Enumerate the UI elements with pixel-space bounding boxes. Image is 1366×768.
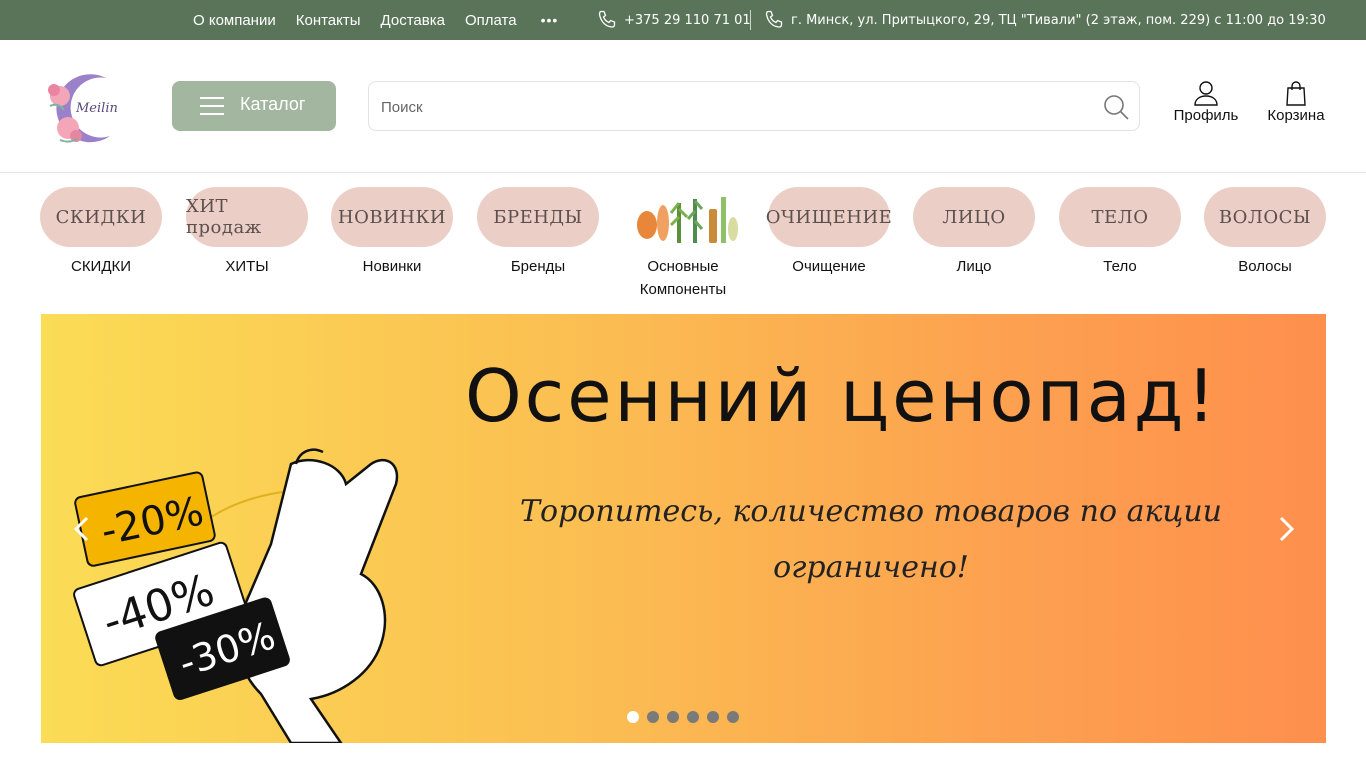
cart-label: Корзина: [1267, 107, 1325, 124]
phone-icon: [765, 10, 783, 28]
ingredients-image: [622, 187, 744, 247]
category-pill: ОЧИЩЕНИЕ: [766, 187, 892, 247]
category-caption: Бренды: [510, 258, 566, 275]
logo-icon: Meilin: [48, 74, 118, 143]
logo[interactable]: Meilin: [40, 66, 130, 150]
nav-link-delivery[interactable]: Доставка: [381, 12, 445, 29]
slider-dot[interactable]: [687, 711, 699, 723]
category-brands[interactable]: БРЕНДЫ Бренды: [477, 187, 599, 278]
user-icon: [1194, 81, 1218, 106]
shopping-bag-icon: [1286, 81, 1306, 106]
category-caption: Тело: [1103, 258, 1137, 275]
phone-contact[interactable]: +375 29 110 71 01: [596, 0, 751, 40]
category-face[interactable]: ЛИЦО Лицо: [913, 187, 1035, 278]
category-pill: НОВИНКИ: [331, 187, 453, 247]
slider-dot[interactable]: [627, 711, 639, 723]
category-caption: Волосы: [1238, 258, 1292, 275]
category-body[interactable]: ТЕЛО Тело: [1059, 187, 1181, 278]
category-caption: СКИДКИ: [70, 258, 132, 275]
chevron-left-icon[interactable]: [67, 514, 97, 544]
slider-dot[interactable]: [667, 711, 679, 723]
search-input[interactable]: [379, 94, 1083, 120]
category-pill: БРЕНДЫ: [477, 187, 599, 247]
cart-button[interactable]: Корзина: [1264, 80, 1328, 124]
category-pill: ТЕЛО: [1059, 187, 1181, 247]
banner-title: Осенний ценопад!: [465, 354, 1219, 438]
slider-dots: [627, 711, 747, 723]
category-discounts[interactable]: СКИДКИ СКИДКИ: [40, 187, 162, 278]
slider-dot[interactable]: [647, 711, 659, 723]
catalog-button[interactable]: Каталог: [172, 81, 336, 131]
profile-button[interactable]: Профиль: [1172, 80, 1240, 124]
category-caption: ХИТЫ: [225, 258, 269, 275]
category-cleansing[interactable]: ОЧИЩЕНИЕ Очищение: [766, 187, 892, 278]
category-pill: ЛИЦО: [913, 187, 1035, 247]
top-nav: О компании Контакты Доставка Оплата •••: [193, 0, 558, 40]
chevron-right-icon[interactable]: [1271, 514, 1301, 544]
nav-link-about[interactable]: О компании: [193, 12, 276, 29]
top-bar: О компании Контакты Доставка Оплата ••• …: [0, 0, 1366, 40]
search-icon[interactable]: [1102, 93, 1130, 121]
slider-dot[interactable]: [727, 711, 739, 723]
nav-link-payment[interactable]: Оплата: [465, 12, 517, 29]
category-caption: Очищение: [792, 258, 866, 275]
slider-dot[interactable]: [707, 711, 719, 723]
category-new[interactable]: НОВИНКИ Новинки: [331, 187, 453, 278]
divider: [750, 10, 751, 30]
banner-subtitle: Торопитесь, количество товаров по акции …: [520, 494, 1222, 585]
store-address: г. Минск, ул. Притыцкого, 29, ТЦ "Тивали…: [791, 12, 1326, 28]
category-hair[interactable]: ВОЛОСЫ Волосы: [1204, 187, 1326, 278]
hand-with-tags-illustration: -20% -40% -30%: [73, 448, 399, 743]
search-box: [368, 81, 1140, 131]
category-caption: Новинки: [362, 258, 422, 275]
svg-text:Meilin: Meilin: [75, 101, 118, 116]
category-ingredients[interactable]: Основные Компоненты: [622, 187, 744, 301]
phone-icon: [598, 10, 616, 28]
nav-more-button[interactable]: •••: [541, 12, 559, 28]
menu-icon: [200, 97, 224, 115]
phone-number: +375 29 110 71 01: [624, 12, 751, 28]
nav-link-contacts[interactable]: Контакты: [296, 12, 361, 29]
category-caption: Лицо: [956, 258, 992, 275]
category-caption: Основные Компоненты: [639, 258, 727, 298]
header: Meilin Каталог Профиль Корзина: [0, 40, 1366, 173]
promo-banner[interactable]: -20% -40% -30% Осенний ценопад! Торопите…: [41, 314, 1326, 743]
catalog-label: Каталог: [240, 94, 306, 114]
category-row: СКИДКИ СКИДКИ ХИТ продаж ХИТЫ НОВИНКИ Но…: [40, 187, 1326, 302]
category-pill: СКИДКИ: [40, 187, 162, 247]
address-contact: г. Минск, ул. Притыцкого, 29, ТЦ "Тивали…: [763, 0, 1326, 40]
profile-label: Профиль: [1173, 107, 1239, 124]
category-pill: ВОЛОСЫ: [1204, 187, 1326, 247]
category-pill: ХИТ продаж: [186, 187, 308, 247]
category-hits[interactable]: ХИТ продаж ХИТЫ: [186, 187, 308, 278]
